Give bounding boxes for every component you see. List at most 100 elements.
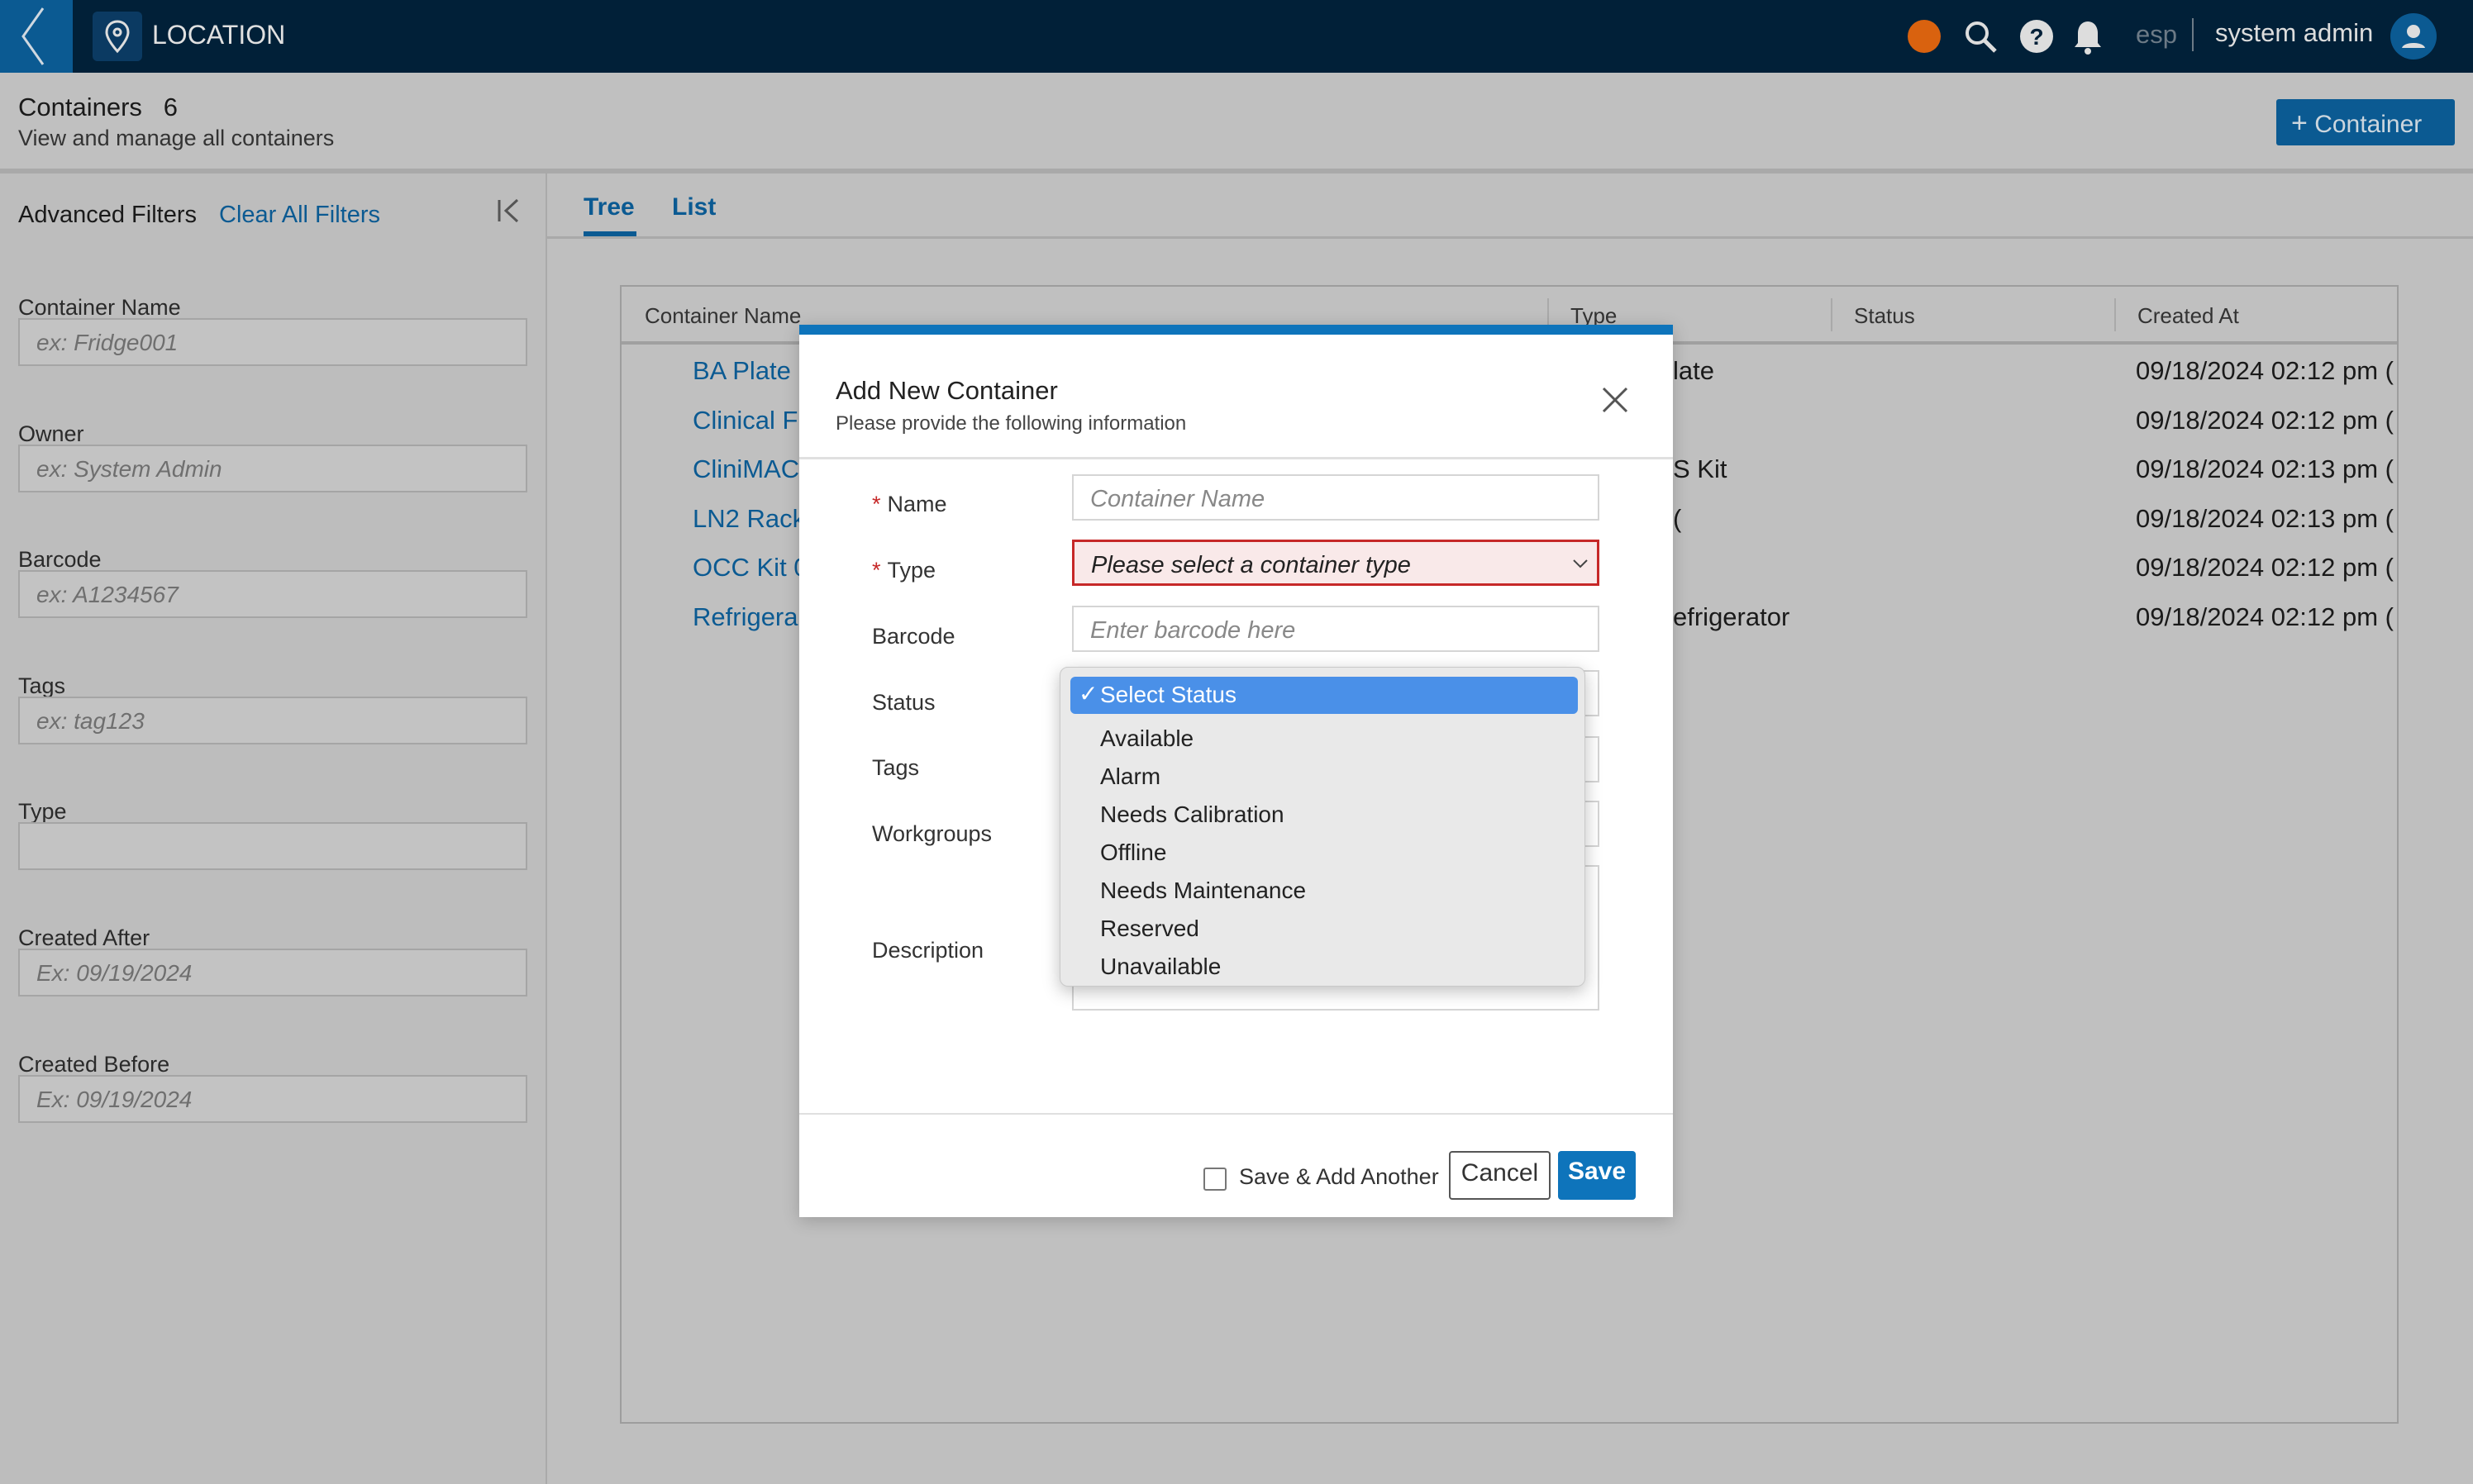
barcode-label: Barcode [872,624,955,649]
created-at-cell: 09/18/2024 02:12 pm ( [2136,356,2394,385]
status-dot-icon[interactable] [1908,20,1941,53]
plus-icon: + [2291,107,2308,139]
filters-title: Advanced Filters [18,202,197,228]
type-select[interactable]: Please select a container type [1072,540,1599,586]
clear-all-filters-link[interactable]: Clear All Filters [219,202,380,229]
container-name-link[interactable]: OCC Kit 0 [693,553,808,583]
column-header-status[interactable]: Status [1854,303,1915,329]
created-at-cell: 09/18/2024 02:12 pm ( [2136,405,2394,435]
description-label: Description [872,938,984,963]
created-at-cell: 09/18/2024 02:13 pm ( [2136,454,2394,483]
page-title: Containers 6 [18,93,178,122]
page-title-text: Containers [18,93,142,121]
page-subtitle: View and manage all containers [18,126,335,150]
add-container-label: Container [2314,111,2423,138]
filter-label: Created Before [18,1051,170,1077]
divider [2192,18,2194,51]
user-name[interactable]: system admin [2215,18,2373,48]
help-icon[interactable]: ? [2018,18,2055,55]
status-option[interactable]: Needs Calibration [1100,801,1284,828]
filter-label: Type [18,799,67,825]
tabs-divider [547,236,2473,239]
bell-icon[interactable] [2070,18,2106,55]
search-icon[interactable] [1962,18,1999,55]
column-separator [1831,298,1832,331]
tags-label: Tags [872,755,920,780]
save-add-another-label[interactable]: Save & Add Another [1239,1164,1439,1190]
filter-input[interactable]: ex: Fridge001 [18,318,527,366]
status-option[interactable]: Alarm [1100,763,1160,790]
container-type-cell: late [1673,356,1714,385]
filter-label: Tags [18,673,66,698]
barcode-input[interactable]: Enter barcode here [1072,606,1599,652]
created-at-cell: 09/18/2024 02:13 pm ( [2136,503,2394,533]
status-option[interactable]: Needs Maintenance [1100,878,1306,904]
container-name-link[interactable]: LN2 Rack [693,504,805,534]
close-icon[interactable] [1601,386,1629,414]
filter-placeholder: Ex: 09/19/2024 [36,960,193,986]
checkmark-icon: ✓ [1079,681,1098,706]
user-avatar-icon[interactable] [2390,13,2437,59]
app-title: LOCATION [152,20,286,50]
advanced-filters-panel: Advanced Filters Clear All Filters Conta… [0,174,547,1484]
status-option[interactable]: Unavailable [1100,954,1221,980]
footer-divider [799,1113,1673,1115]
type-label-text: Type [887,558,936,583]
filter-input[interactable]: Ex: 09/19/2024 [18,949,527,996]
svg-text:?: ? [2029,24,2043,50]
container-type-cell: ( [1673,503,1682,533]
save-button[interactable]: Save [1558,1151,1636,1200]
container-name-link[interactable]: Clinical Fr [693,406,807,435]
filter-input[interactable]: Ex: 09/19/2024 [18,1074,527,1123]
status-label: Status [872,690,936,715]
workgroups-label: Workgroups [872,821,993,846]
filter-input[interactable] [18,822,527,871]
status-dropdown-list: ✓ Select Status Available Alarm Needs Calib… [1060,667,1585,987]
filter-label: Owner [18,421,84,446]
filter-label: Container Name [18,295,181,320]
container-name-link[interactable]: BA Plate ( [693,356,807,386]
add-container-button[interactable]: + Container [2276,99,2455,145]
container-type-cell: efrigerator [1673,602,1790,631]
filter-input[interactable]: ex: A1234567 [18,570,527,619]
status-option[interactable]: Reserved [1100,916,1199,942]
container-name-link[interactable]: CliniMAC [693,454,799,484]
filter-placeholder: ex: System Admin [36,455,222,482]
modal-title: Add New Container [836,376,1058,405]
type-label: * Type [872,558,936,583]
column-header-created-at[interactable]: Created At [2137,303,2239,329]
save-add-another-checkbox[interactable] [1203,1168,1227,1191]
filter-placeholder: ex: Fridge001 [36,330,179,355]
tab-tree[interactable]: Tree [584,193,635,221]
back-button[interactable] [0,0,73,73]
chevron-down-icon [1573,559,1588,568]
status-option[interactable]: Available [1100,725,1194,752]
container-name-link[interactable]: Refrigera [693,602,798,632]
cancel-button[interactable]: Cancel [1449,1151,1551,1200]
collapse-panel-icon[interactable] [496,197,524,225]
status-option-label: Select Status [1100,682,1236,707]
name-label: * Name [872,492,947,517]
filter-input[interactable]: ex: tag123 [18,696,527,744]
column-separator [2114,298,2116,331]
language-selector[interactable]: esp [2136,20,2177,50]
page-header: Containers 6 View and manage all contain… [0,73,2473,174]
created-at-cell: 09/18/2024 02:12 pm ( [2136,553,2394,582]
column-header-container-name[interactable]: Container Name [645,303,801,329]
back-chevron-icon [21,7,45,65]
filter-input[interactable]: ex: System Admin [18,444,527,492]
name-input[interactable]: Container Name [1072,474,1599,521]
status-option-selected[interactable]: ✓ Select Status [1070,677,1578,714]
tab-list[interactable]: List [672,193,716,221]
filter-placeholder: Ex: 09/19/2024 [36,1086,193,1112]
container-count: 6 [163,93,179,121]
container-type-cell: S Kit [1673,454,1727,483]
filter-placeholder: ex: A1234567 [36,582,179,608]
modal-divider [799,457,1673,459]
filter-label: Created After [18,925,150,950]
status-option[interactable]: Offline [1100,840,1166,866]
modal-subtitle: Please provide the following information [836,412,1187,435]
required-marker: * [872,558,881,583]
filter-label: Barcode [18,547,102,573]
name-label-text: Name [887,492,947,516]
